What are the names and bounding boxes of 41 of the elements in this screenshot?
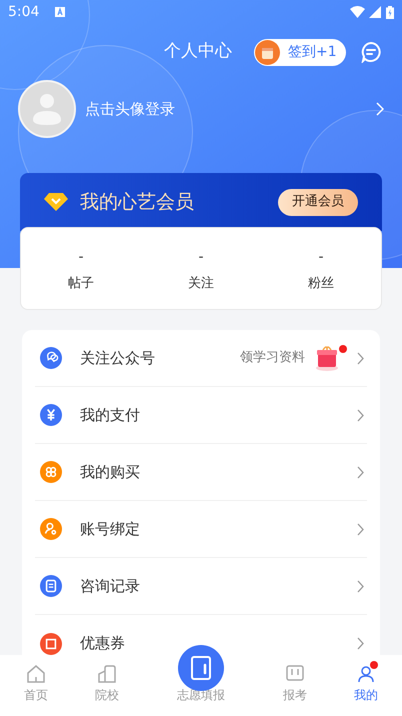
wifi-icon	[350, 6, 365, 18]
stat-value: -	[78, 248, 84, 266]
message-icon[interactable]	[360, 41, 382, 63]
stat-label: 粉丝	[308, 275, 334, 293]
person-link-icon	[40, 518, 62, 540]
home-icon	[25, 663, 47, 685]
tab-label[interactable]: 我的	[354, 686, 378, 704]
page-title: 个人中心	[164, 40, 232, 64]
chevron-right-icon[interactable]	[357, 466, 364, 478]
notebook-icon[interactable]	[178, 645, 224, 691]
signal-icon	[369, 6, 381, 18]
yuan-icon	[40, 404, 62, 426]
stat-value: -	[198, 248, 204, 266]
building-icon	[96, 663, 118, 685]
open-membership-button[interactable]: 开通会员	[278, 188, 358, 216]
menu-item-label[interactable]: 咨询记录	[80, 574, 140, 598]
document-icon	[40, 575, 62, 597]
stat-label: 帖子	[68, 275, 94, 293]
notification-icon	[55, 7, 66, 17]
membership-title: 我的心艺会员	[80, 190, 194, 215]
battery-icon	[386, 6, 394, 18]
menu-item-hint: 领学习资料	[240, 349, 305, 368]
calendar-icon	[255, 40, 280, 64]
menu-item-label[interactable]: 我的支付	[80, 404, 140, 426]
menu-item-label[interactable]: 关注公众号	[80, 346, 155, 370]
chevron-right-icon[interactable]	[357, 408, 364, 422]
chevron-right-icon[interactable]	[357, 637, 364, 650]
menu-item-label[interactable]: 我的购买	[80, 460, 140, 484]
avatar-icon[interactable]	[18, 80, 76, 138]
menu-item-label[interactable]: 优惠券	[80, 632, 125, 655]
stat-value: -	[318, 248, 324, 266]
menu-item-label[interactable]: 账号绑定	[80, 518, 140, 540]
chat-bubbles-icon	[40, 347, 62, 369]
checkin-button[interactable]: 签到+1	[254, 38, 346, 66]
chevron-right-icon[interactable]	[357, 522, 364, 536]
chevron-right-icon[interactable]	[357, 352, 364, 364]
status-time: 5:04	[8, 2, 40, 22]
stat-label: 关注	[188, 275, 214, 293]
chevron-right-icon[interactable]	[357, 580, 364, 592]
knot-icon	[40, 461, 62, 483]
diamond-icon	[44, 193, 68, 211]
